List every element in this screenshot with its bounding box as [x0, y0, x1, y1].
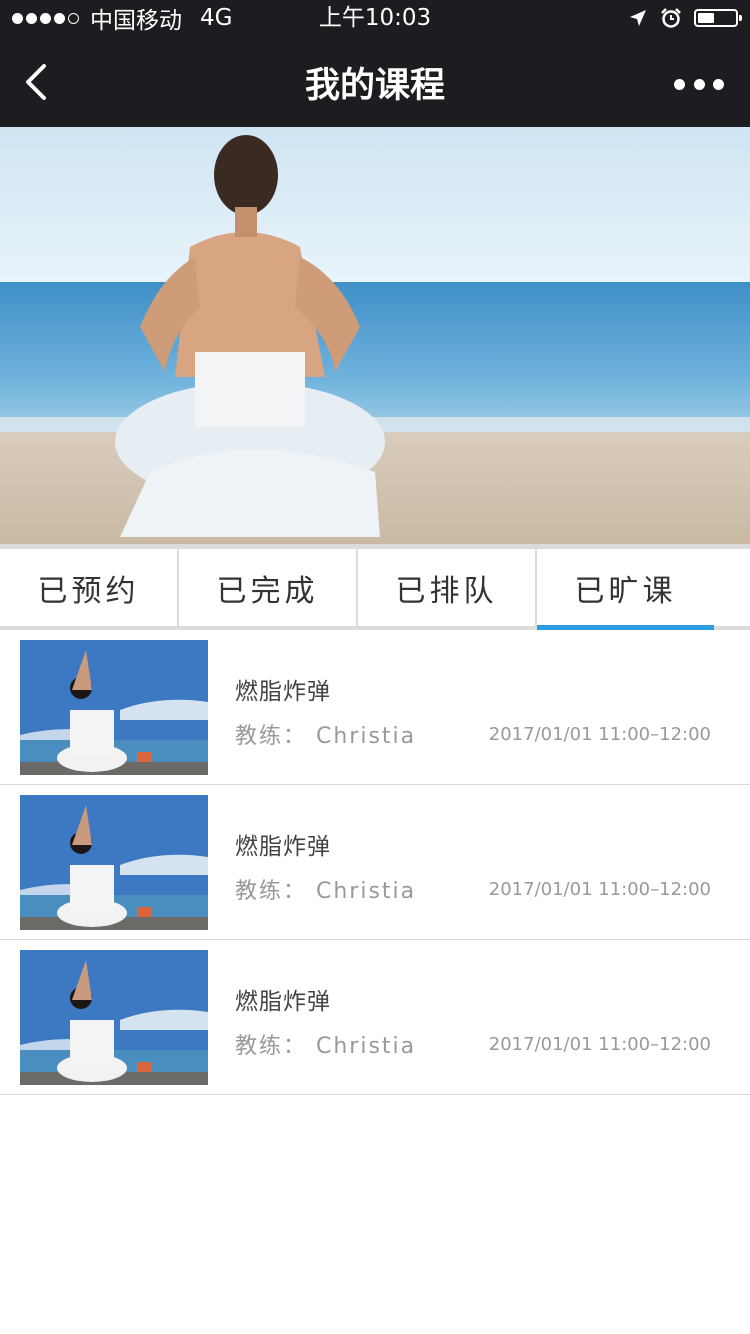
course-list: 燃脂炸弹 教练： Christia 2017/01/01 11:00–12:00… — [0, 630, 750, 1095]
tab-label: 已预约 — [37, 573, 140, 609]
status-bar: 中国移动 4G 上午10:03 — [0, 0, 750, 40]
more-dot-icon — [693, 78, 705, 90]
coach-name: 教练： Christia — [235, 1034, 417, 1059]
tab-label: 已完成 — [216, 573, 319, 609]
more-options-button[interactable] — [674, 74, 724, 94]
tab-label: 已旷课 — [574, 573, 677, 609]
yoga-beach-illustration — [0, 127, 750, 544]
coach-name: 教练： Christia — [235, 724, 417, 749]
course-thumbnail — [20, 950, 208, 1085]
course-status-tabs: 已预约 已完成 已排队 已旷课 — [0, 544, 750, 630]
course-time: 2017/01/01 11:00–12:00 — [488, 1034, 711, 1055]
course-time: 2017/01/01 11:00–12:00 — [488, 879, 711, 900]
tab-absent[interactable]: 已旷课 — [535, 549, 714, 630]
coach-name: 教练： Christia — [235, 879, 417, 904]
more-dot-icon — [713, 78, 724, 90]
course-title: 燃脂炸弹 — [235, 679, 331, 705]
location-arrow-icon — [630, 10, 646, 26]
battery-icon — [694, 9, 742, 27]
banner-image — [0, 127, 750, 544]
tab-queued[interactable]: 已排队 — [356, 549, 535, 626]
course-item[interactable]: 燃脂炸弹 教练： Christia 2017/01/01 11:00–12:00 — [0, 785, 750, 940]
course-title: 燃脂炸弹 — [235, 989, 331, 1015]
course-item[interactable]: 燃脂炸弹 教练： Christia 2017/01/01 11:00–12:00 — [0, 630, 750, 785]
course-title: 燃脂炸弹 — [235, 834, 331, 860]
course-time: 2017/01/01 11:00–12:00 — [488, 724, 711, 745]
nav-bar: 我的课程 — [0, 40, 750, 127]
page-title: 我的课程 — [304, 66, 445, 106]
tab-label: 已排队 — [395, 573, 498, 609]
more-dot-icon — [674, 78, 685, 90]
course-thumbnail — [20, 795, 208, 930]
status-right — [616, 5, 742, 31]
alarm-clock-icon — [661, 8, 681, 28]
tab-completed[interactable]: 已完成 — [177, 549, 356, 626]
course-thumbnail — [20, 640, 208, 775]
tab-reserved[interactable]: 已预约 — [0, 549, 177, 626]
course-item[interactable]: 燃脂炸弹 教练： Christia 2017/01/01 11:00–12:00 — [0, 940, 750, 1095]
